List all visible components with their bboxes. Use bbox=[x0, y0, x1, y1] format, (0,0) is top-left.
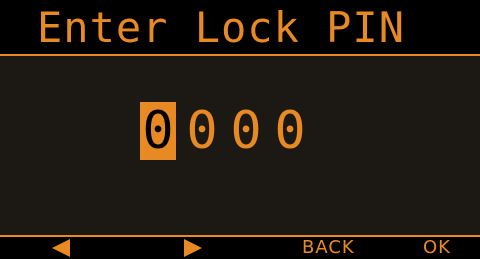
left-arrow-icon bbox=[52, 239, 70, 257]
pin-digit-3[interactable]: 0 bbox=[228, 102, 264, 160]
lock-pin-screen: Enter Lock PIN 0 0 0 0 BACK OK bbox=[0, 0, 480, 258]
soft-key-bar: BACK OK bbox=[0, 235, 480, 258]
page-title: Enter Lock PIN bbox=[37, 3, 406, 52]
pin-digit-1[interactable]: 0 bbox=[140, 102, 176, 160]
title-bar: Enter Lock PIN bbox=[0, 0, 480, 56]
pin-digit-2[interactable]: 0 bbox=[184, 102, 220, 160]
right-arrow-icon bbox=[184, 239, 202, 257]
right-button[interactable] bbox=[184, 237, 202, 257]
pin-digit-4[interactable]: 0 bbox=[272, 102, 308, 160]
back-button[interactable]: BACK bbox=[302, 237, 355, 258]
ok-button[interactable]: OK bbox=[423, 237, 451, 258]
left-button[interactable] bbox=[52, 237, 70, 257]
pin-entry[interactable]: 0 0 0 0 bbox=[140, 102, 316, 160]
